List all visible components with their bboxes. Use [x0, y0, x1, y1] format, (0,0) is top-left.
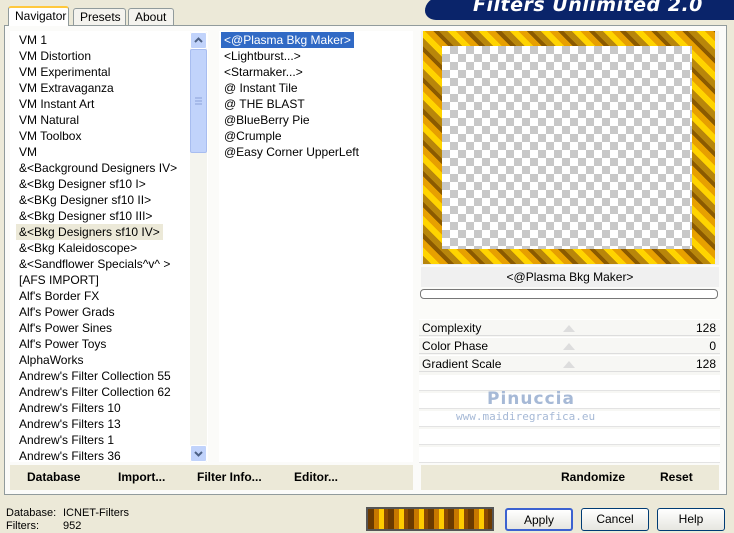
database-value: ICNET-Filters: [63, 507, 129, 519]
category-item[interactable]: VM Natural: [16, 112, 82, 128]
watermark-url: www.maidiregrafica.eu: [456, 410, 596, 423]
category-item[interactable]: VM Instant Art: [16, 96, 97, 112]
apply-button[interactable]: Apply: [505, 508, 573, 531]
category-item[interactable]: Andrew's Filter Collection 62: [16, 384, 174, 400]
app-title: Filters Unlimited 2.0: [473, 0, 703, 16]
right-button-bar: Randomize Reset: [421, 465, 719, 490]
title-banner: Filters Unlimited 2.0: [425, 0, 734, 20]
slider-marker[interactable]: [563, 325, 575, 332]
preview-area: [421, 31, 719, 265]
category-item[interactable]: Alf's Border FX: [16, 288, 102, 304]
status-database: Database: ICNET-Filters: [6, 507, 129, 519]
progress-bar: [420, 289, 718, 299]
category-item[interactable]: VM Toolbox: [16, 128, 84, 144]
category-item[interactable]: &<BKg Designer sf10 II>: [16, 192, 154, 208]
category-item[interactable]: Alf's Power Sines: [16, 320, 115, 336]
filter-item[interactable]: @Crumple: [221, 128, 285, 144]
category-item[interactable]: AlphaWorks: [16, 352, 86, 368]
category-scrollbar[interactable]: [190, 32, 207, 462]
category-item[interactable]: VM Extravaganza: [16, 80, 117, 96]
param-gradient-scale[interactable]: Gradient Scale 128: [419, 355, 720, 372]
category-item[interactable]: Andrew's Filters 36: [16, 448, 124, 464]
category-item[interactable]: VM: [16, 144, 40, 160]
chevron-up-icon: [194, 37, 203, 43]
param-value: 128: [695, 357, 716, 371]
gradient-thumbnail: [366, 507, 494, 531]
slider-marker[interactable]: [563, 361, 575, 368]
preview-filter-name: <@Plasma Bkg Maker>: [421, 267, 719, 287]
help-button[interactable]: Help: [657, 508, 725, 531]
param-label: Color Phase: [422, 339, 489, 353]
cancel-button[interactable]: Cancel: [581, 508, 649, 531]
scroll-up-button[interactable]: [190, 32, 207, 49]
category-item[interactable]: Andrew's Filter Collection 55: [16, 368, 174, 384]
import-button[interactable]: Import...: [118, 470, 165, 484]
param-empty-row: [419, 447, 720, 463]
status-filters: Filters: 952: [6, 520, 81, 532]
tab-navigator[interactable]: Navigator: [8, 6, 69, 26]
watermark-name: Pinuccia: [487, 389, 575, 409]
scroll-thumb[interactable]: [190, 49, 207, 153]
filter-item[interactable]: @ THE BLAST: [221, 96, 308, 112]
category-item[interactable]: &<Bkg Designer sf10 I>: [16, 176, 149, 192]
category-item[interactable]: Andrew's Filters 13: [16, 416, 124, 432]
param-label: Gradient Scale: [422, 357, 502, 371]
database-label: Database:: [6, 507, 57, 519]
scroll-down-button[interactable]: [190, 445, 207, 462]
chevron-down-icon: [194, 451, 203, 457]
category-item[interactable]: &<Background Designers IV>: [16, 160, 180, 176]
filter-item[interactable]: <Starmaker...>: [221, 64, 306, 80]
param-color-phase[interactable]: Color Phase 0: [419, 337, 720, 354]
randomize-button[interactable]: Randomize: [561, 470, 625, 484]
category-item[interactable]: &<Bkg Kaleidoscope>: [16, 240, 140, 256]
left-button-bar: Database Import... Filter Info... Editor…: [10, 465, 413, 490]
category-item[interactable]: &<Sandflower Specials^v^ >: [16, 256, 173, 272]
category-item[interactable]: Alf's Power Grads: [16, 304, 118, 320]
param-value: 0: [709, 339, 716, 353]
reset-button[interactable]: Reset: [660, 470, 693, 484]
filter-info-button[interactable]: Filter Info...: [197, 470, 262, 484]
filters-label: Filters:: [6, 520, 39, 532]
database-button[interactable]: Database: [27, 470, 80, 484]
filter-item[interactable]: <@Plasma Bkg Maker>: [221, 32, 354, 48]
editor-button[interactable]: Editor...: [294, 470, 338, 484]
category-item[interactable]: &<Bkg Designers sf10 IV>: [16, 224, 163, 240]
grip-icon: [195, 97, 202, 105]
tab-about[interactable]: About: [128, 8, 174, 25]
filter-item[interactable]: @ Instant Tile: [221, 80, 301, 96]
filter-item[interactable]: <Lightburst...>: [221, 48, 304, 64]
param-complexity[interactable]: Complexity 128: [419, 319, 720, 336]
param-label: Complexity: [422, 321, 482, 335]
category-item[interactable]: &<Bkg Designer sf10 III>: [16, 208, 155, 224]
filter-list[interactable]: <@Plasma Bkg Maker> <Lightburst...> <Starm…: [219, 31, 413, 462]
category-item[interactable]: VM Experimental: [16, 64, 113, 80]
category-item[interactable]: [AFS IMPORT]: [16, 272, 102, 288]
param-empty-row: [419, 429, 720, 445]
category-item[interactable]: Andrew's Filters 10: [16, 400, 124, 416]
transparent-checkerboard: [442, 46, 692, 249]
category-item[interactable]: VM Distortion: [16, 48, 94, 64]
category-item[interactable]: Alf's Power Toys: [16, 336, 109, 352]
tab-presets[interactable]: Presets: [73, 8, 126, 25]
category-item[interactable]: Andrew's Filters 1: [16, 432, 117, 448]
category-list[interactable]: VM 1 VM Distortion VM Experimental VM Extra…: [10, 31, 208, 464]
param-value: 128: [695, 321, 716, 335]
filter-item[interactable]: @Easy Corner UpperLeft: [221, 144, 362, 160]
slider-marker[interactable]: [563, 343, 575, 350]
filter-item[interactable]: @BlueBerry Pie: [221, 112, 313, 128]
plasma-frame-preview: [423, 31, 715, 264]
filters-count: 952: [63, 520, 82, 532]
category-item[interactable]: VM 1: [16, 32, 50, 48]
